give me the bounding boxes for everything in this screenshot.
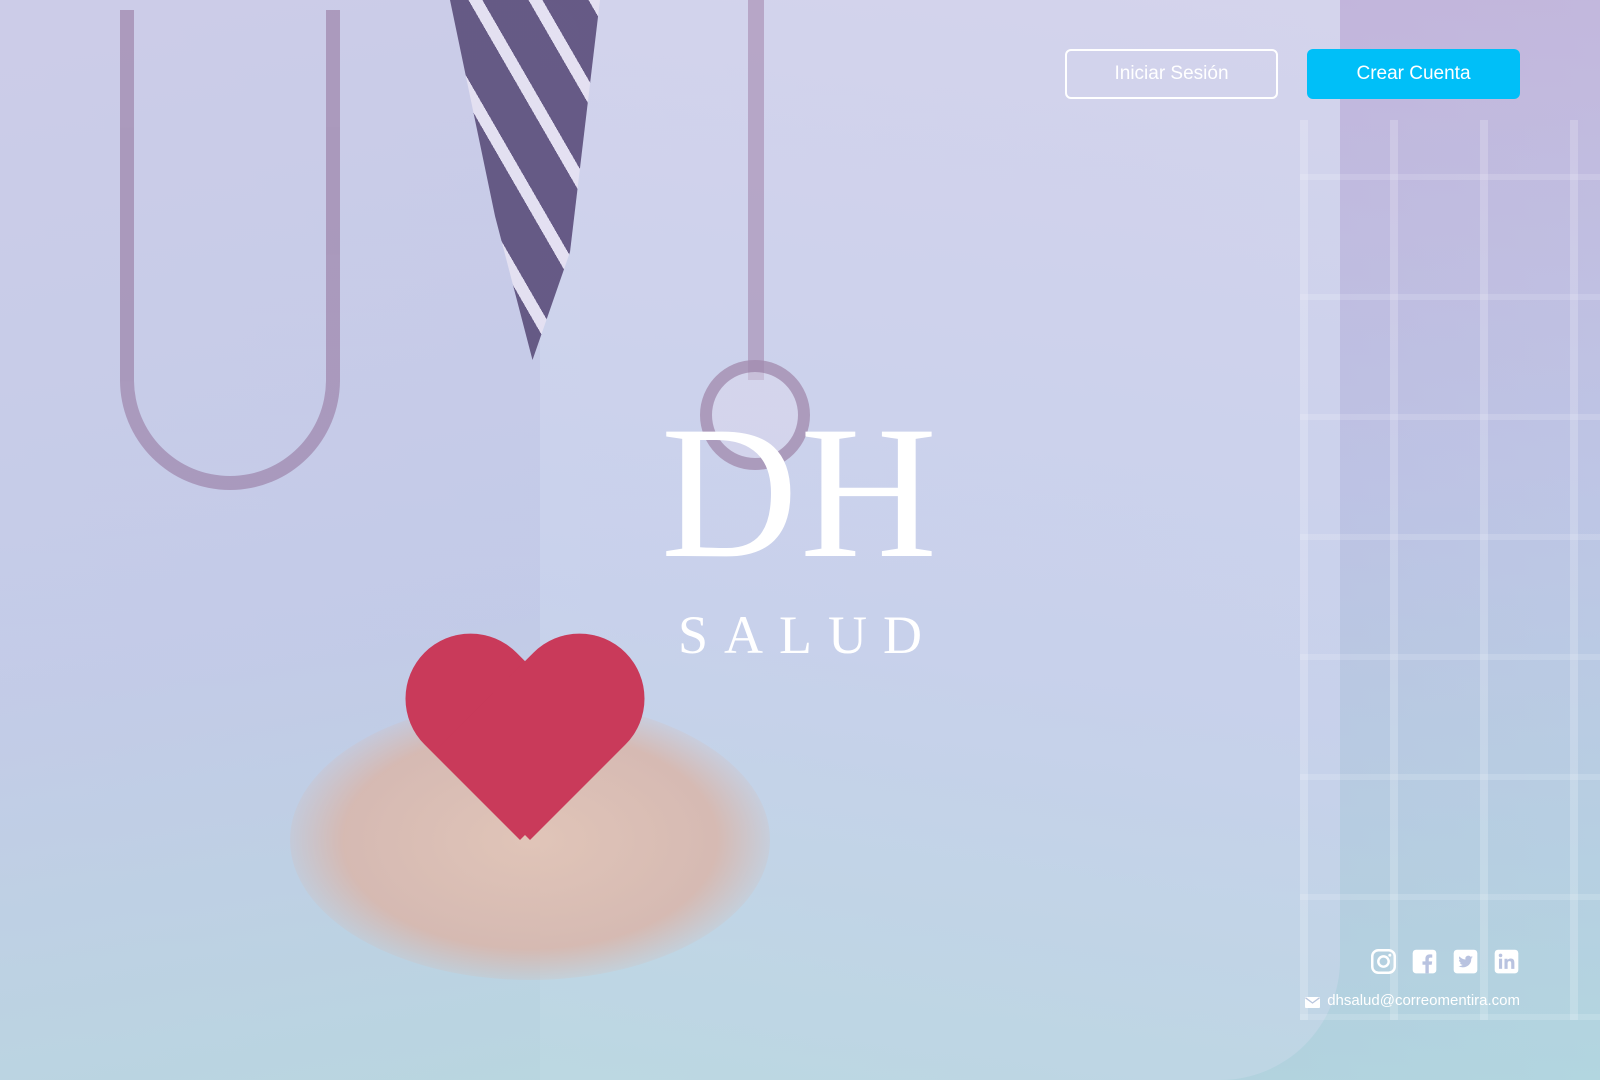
- contact-email[interactable]: dhsalud@correomentira.com: [1305, 992, 1520, 1009]
- social-links: [1370, 948, 1520, 975]
- twitter-icon[interactable]: [1452, 948, 1479, 975]
- logo-mark: DH: [660, 388, 940, 598]
- envelope-icon: [1305, 995, 1321, 1008]
- create-account-button[interactable]: Crear Cuenta: [1307, 49, 1520, 99]
- instagram-icon[interactable]: [1370, 948, 1397, 975]
- facebook-icon[interactable]: [1411, 948, 1438, 975]
- login-button[interactable]: Iniciar Sesión: [1065, 49, 1278, 99]
- email-text[interactable]: dhsalud@correomentira.com: [1327, 992, 1520, 1009]
- linkedin-icon[interactable]: [1493, 948, 1520, 975]
- logo-wordmark: SALUD: [677, 605, 938, 665]
- heart-image: [400, 640, 650, 830]
